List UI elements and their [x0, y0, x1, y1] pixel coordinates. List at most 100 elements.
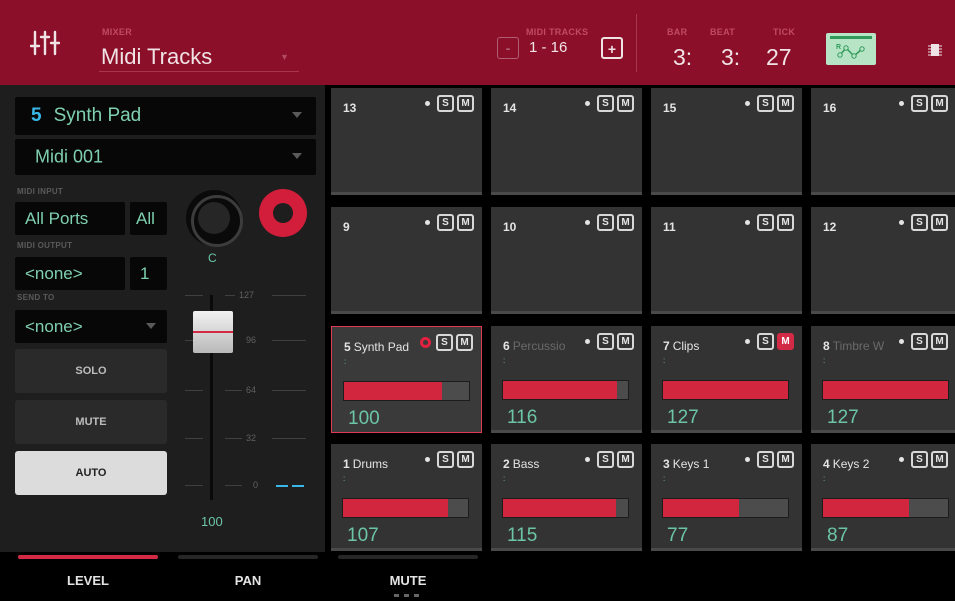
- level-bar[interactable]: [502, 498, 629, 518]
- track-select[interactable]: 5 Synth Pad: [15, 97, 316, 135]
- track-pad[interactable]: 5 Synth Pad S M: 100: [331, 326, 482, 433]
- track-pad[interactable]: 6 Percussio S M: 116: [491, 326, 642, 433]
- solo-button[interactable]: SOLO: [15, 349, 167, 393]
- tab-mute[interactable]: MUTE: [338, 552, 478, 601]
- mute-button[interactable]: M: [617, 214, 634, 231]
- record-arm-dot-icon[interactable]: [899, 101, 904, 106]
- midi-input-value: All Ports: [25, 208, 89, 228]
- mute-button[interactable]: M: [617, 95, 634, 112]
- solo-button[interactable]: S: [437, 451, 454, 468]
- solo-button[interactable]: S: [597, 95, 614, 112]
- pad-controls: SM: [899, 451, 948, 468]
- record-arm-dot-icon[interactable]: [899, 339, 904, 344]
- record-arm-dot-icon[interactable]: [425, 101, 430, 106]
- track-pad[interactable]: 14 S M: [491, 88, 642, 195]
- page-title[interactable]: Midi Tracks: [101, 44, 212, 70]
- level-bar[interactable]: [342, 498, 469, 518]
- record-arm-dot-icon[interactable]: [899, 220, 904, 225]
- track-pad[interactable]: 3 Keys 1 S M: 77: [651, 444, 802, 551]
- solo-button[interactable]: S: [911, 214, 928, 231]
- track-pad[interactable]: 11 S M: [651, 207, 802, 314]
- solo-button[interactable]: S: [757, 95, 774, 112]
- level-bar[interactable]: [662, 498, 789, 518]
- record-arm-dot-icon[interactable]: [585, 220, 590, 225]
- next-bank-button[interactable]: +: [601, 37, 623, 59]
- auto-button[interactable]: AUTO: [15, 451, 167, 495]
- clip-select[interactable]: Midi 001: [15, 139, 316, 175]
- track-pad[interactable]: 12 S M: [811, 207, 955, 314]
- pan-knob[interactable]: [186, 190, 243, 247]
- chevron-down-icon[interactable]: ▼: [280, 52, 289, 62]
- mute-button[interactable]: MUTE: [15, 400, 167, 444]
- record-arm-dot-icon[interactable]: [585, 457, 590, 462]
- mute-button[interactable]: M: [617, 333, 634, 350]
- solo-button[interactable]: S: [597, 333, 614, 350]
- solo-button[interactable]: S: [757, 333, 774, 350]
- mute-button[interactable]: M: [777, 95, 794, 112]
- track-pad[interactable]: 1 Drums S M: 107: [331, 444, 482, 551]
- chip-icon[interactable]: [928, 43, 942, 57]
- record-arm-dot-icon[interactable]: [425, 220, 430, 225]
- record-arm-dot-icon[interactable]: [585, 339, 590, 344]
- tick-value[interactable]: 27: [766, 44, 792, 71]
- midi-output-channel[interactable]: 1: [130, 257, 167, 290]
- record-arm-dot-icon[interactable]: [745, 339, 750, 344]
- midi-output-select[interactable]: <none>: [15, 257, 125, 290]
- track-pad[interactable]: 15 S M: [651, 88, 802, 195]
- mute-button[interactable]: M: [457, 214, 474, 231]
- record-arm-dot-icon[interactable]: [899, 457, 904, 462]
- midi-input-channel[interactable]: All: [130, 202, 167, 235]
- solo-button[interactable]: S: [757, 451, 774, 468]
- track-pad[interactable]: 10 S M: [491, 207, 642, 314]
- track-pad[interactable]: 7 Clips S M: 127: [651, 326, 802, 433]
- mute-button[interactable]: M: [777, 333, 794, 350]
- level-bar[interactable]: [502, 380, 629, 400]
- track-pad[interactable]: 8 Timbre W S M: 127: [811, 326, 955, 433]
- track-pad[interactable]: 16 S M: [811, 88, 955, 195]
- solo-button[interactable]: S: [911, 333, 928, 350]
- tab-level[interactable]: LEVEL: [18, 552, 158, 601]
- mute-button[interactable]: M: [931, 214, 948, 231]
- level-bar[interactable]: [343, 381, 470, 401]
- track-pad[interactable]: 2 Bass S M: 115: [491, 444, 642, 551]
- mute-button[interactable]: M: [931, 333, 948, 350]
- track-pad[interactable]: 4 Keys 2 S M: 87: [811, 444, 955, 551]
- solo-button[interactable]: S: [436, 334, 453, 351]
- record-arm-button[interactable]: [259, 189, 307, 237]
- fader-handle[interactable]: [193, 311, 233, 353]
- send-to-select[interactable]: <none>: [15, 310, 167, 343]
- solo-button[interactable]: S: [437, 214, 454, 231]
- midi-input-select[interactable]: All Ports: [15, 202, 125, 235]
- automation-toggle-button[interactable]: R: [826, 33, 876, 65]
- beat-value[interactable]: 3:: [721, 44, 740, 71]
- record-arm-dot-icon[interactable]: [745, 220, 750, 225]
- mute-button[interactable]: M: [617, 451, 634, 468]
- mute-button[interactable]: M: [456, 334, 473, 351]
- mute-button[interactable]: M: [931, 95, 948, 112]
- bar-value[interactable]: 3:: [673, 44, 692, 71]
- record-arm-dot-icon[interactable]: [745, 457, 750, 462]
- tab-pan[interactable]: PAN: [178, 552, 318, 601]
- record-arm-dot-icon[interactable]: [585, 101, 590, 106]
- solo-button[interactable]: S: [597, 214, 614, 231]
- solo-button[interactable]: S: [911, 451, 928, 468]
- record-arm-icon[interactable]: [420, 337, 431, 348]
- solo-button[interactable]: S: [757, 214, 774, 231]
- solo-button[interactable]: S: [437, 95, 454, 112]
- mute-button[interactable]: M: [777, 214, 794, 231]
- level-bar[interactable]: [822, 498, 949, 518]
- record-arm-dot-icon[interactable]: [745, 101, 750, 106]
- mixer-sliders-icon[interactable]: [30, 28, 60, 58]
- mute-button[interactable]: M: [777, 451, 794, 468]
- record-arm-dot-icon[interactable]: [425, 457, 430, 462]
- solo-button[interactable]: S: [597, 451, 614, 468]
- level-bar[interactable]: [822, 380, 949, 400]
- track-pad[interactable]: 13 S M: [331, 88, 482, 195]
- mute-button[interactable]: M: [931, 451, 948, 468]
- prev-bank-button[interactable]: -: [497, 37, 519, 59]
- mute-button[interactable]: M: [457, 451, 474, 468]
- level-bar[interactable]: [662, 380, 789, 400]
- solo-button[interactable]: S: [911, 95, 928, 112]
- track-pad[interactable]: 9 SM: [331, 207, 482, 314]
- mute-button[interactable]: M: [457, 95, 474, 112]
